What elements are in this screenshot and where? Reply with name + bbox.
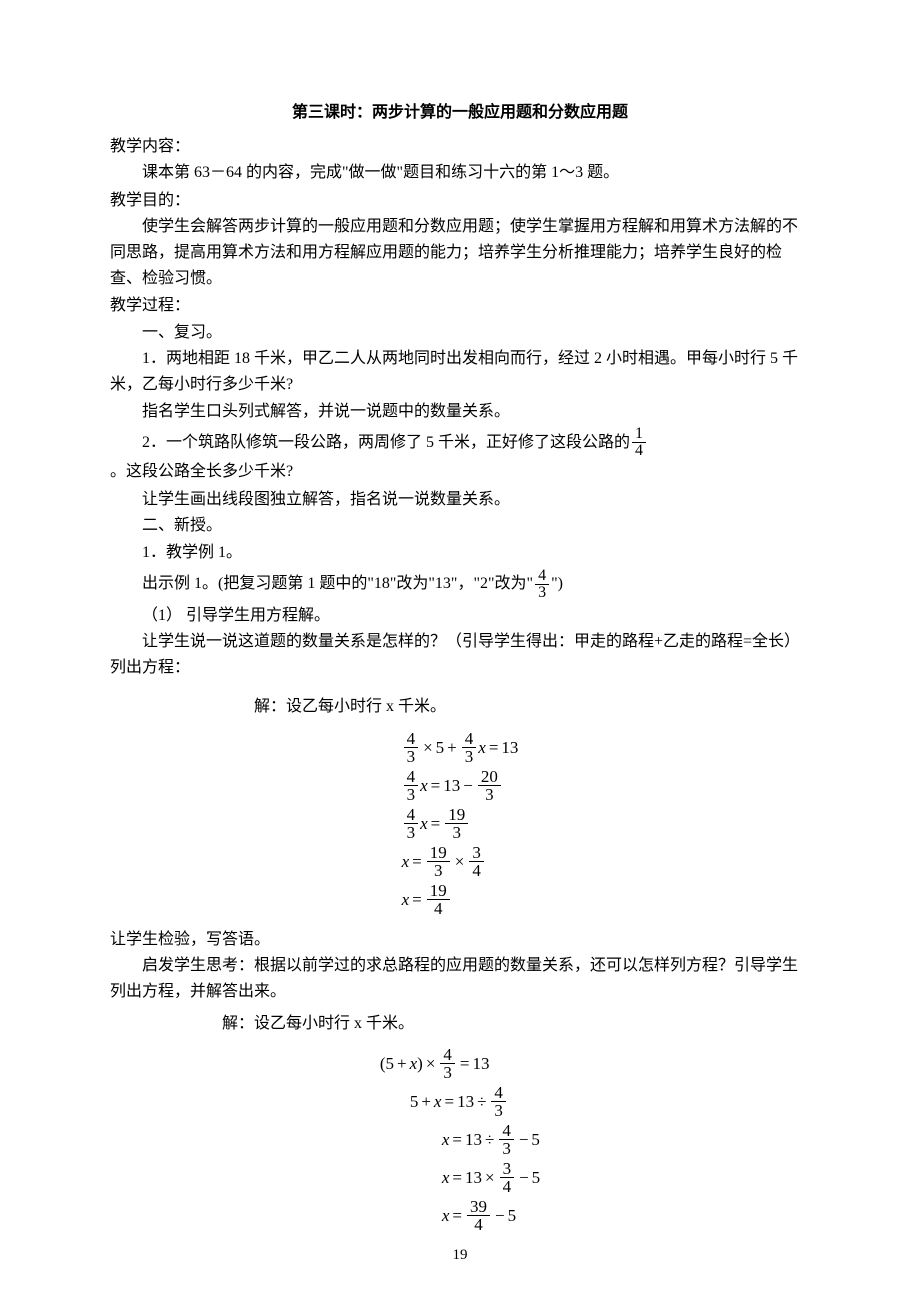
eq-line-1: 43 ×5 + 43 x =13 [402,730,519,765]
step-1: （1） 引导学生用方程解。 [110,603,810,629]
page-number: 19 [110,1243,810,1267]
equation-block-2: (5 + x) × 43 =13 5 + x =13 ÷ 43 x =13 ÷ … [380,1046,540,1233]
content-line: 课本第 63－64 的内容，完成"做一做"题目和练习十六的第 1～3 题。 [110,160,810,186]
equation-block-1: 43 ×5 + 43 x =13 43 x =13 − 203 43 x = 1… [402,730,519,917]
check-text: 让学生检验，写答语。 [110,927,810,953]
example-1-intro: 出示例 1。(把复习题第 1 题中的"18"改为"13"，"2"改为" 4 3 … [110,568,563,601]
q2-pre: 2．一个筑路队修筑一段公路，两周修了 5 千米，正好修了这段公路的 [142,430,630,456]
lesson-title: 第三课时：两步计算的一般应用题和分数应用题 [110,100,810,126]
question-2-note: 让学生画出线段图独立解答，指名说一说数量关系。 [110,487,810,513]
purpose-text: 使学生会解答两步计算的一般应用题和分数应用题；使学生掌握用方程解和用算术方法解的… [110,214,810,291]
eq2-line-3: x =13 ÷ 43 −5 [380,1122,540,1157]
heading-process: 教学过程： [110,293,810,319]
eq-line-5: x = 194 [402,882,519,917]
heading-content: 教学内容： [110,134,810,160]
ex1-pre: 出示例 1。(把复习题第 1 题中的"18"改为"13"，"2"改为" [142,571,533,597]
fraction-1-4: 1 4 [632,426,646,459]
think-text: 启发学生思考：根据以前学过的求总路程的应用题的数量关系，还可以怎样列方程？引导学… [110,953,810,1004]
heading-purpose: 教学目的： [110,188,810,214]
eq-line-4: x = 193 × 34 [402,844,519,879]
question-1-note: 指名学生口头列式解答，并说一说题中的数量关系。 [110,399,810,425]
question-1: 1．两地相距 18 千米，甲乙二人从两地同时出发相向而行，经过 2 小时相遇。甲… [110,346,810,397]
section-new-1: 1．教学例 1。 [110,540,810,566]
solve-setup-1: 解：设乙每小时行 x 千米。 [110,694,810,720]
question-2: 2．一个筑路队修筑一段公路，两周修了 5 千米，正好修了这段公路的 1 4 。这… [110,426,810,485]
eq2-line-1: (5 + x) × 43 =13 [380,1046,540,1081]
ex1-post: ") [551,571,563,597]
q2-post: 。这段公路全长多少千米? [110,459,293,485]
eq2-line-4: x =13 × 34 −5 [380,1160,540,1195]
solve-setup-2: 解：设乙每小时行 x 千米。 [110,1011,810,1037]
eq-line-3: 43 x = 193 [402,806,519,841]
section-new: 二、新授。 [110,513,810,539]
step-1-text: 让学生说一说这道题的数量关系是怎样的？（引导学生得出：甲走的路程+乙走的路程=全… [110,629,810,680]
section-review: 一、复习。 [110,320,810,346]
fraction-4-3: 4 3 [535,568,549,601]
eq2-line-5: x = 394 −5 [380,1198,540,1233]
eq2-line-2: 5 + x =13 ÷ 43 [380,1084,540,1119]
eq-line-2: 43 x =13 − 203 [402,768,519,803]
